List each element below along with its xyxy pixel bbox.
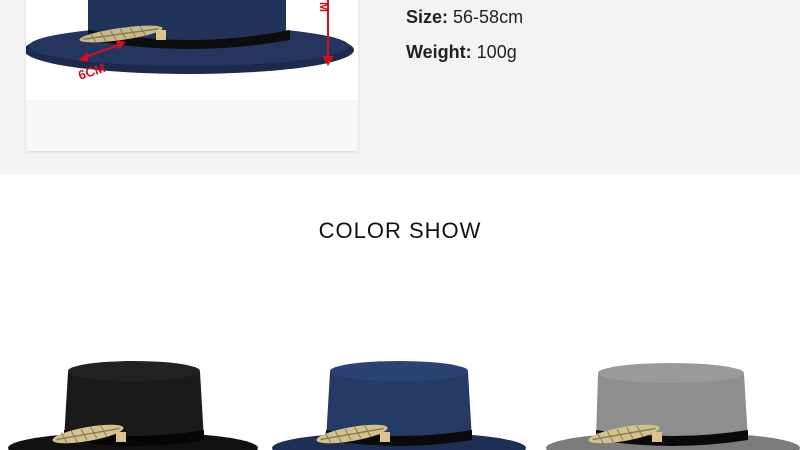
spec-size: Size: 56-58cm bbox=[406, 7, 523, 28]
product-dimension-photo: M 6CM bbox=[26, 0, 358, 151]
height-dimension-label: M bbox=[317, 2, 331, 12]
spec-weight-label: Weight: bbox=[406, 42, 472, 62]
hat-navy bbox=[272, 361, 526, 450]
color-show-title: COLOR SHOW bbox=[318, 218, 482, 243]
hat-dimension-illustration bbox=[26, 0, 358, 151]
buckle bbox=[156, 30, 166, 40]
spec-weight: Weight: 100g bbox=[406, 42, 517, 63]
hat-black bbox=[8, 361, 258, 450]
spec-size-value: 56-58cm bbox=[453, 7, 524, 27]
hat-gray bbox=[546, 363, 800, 450]
spec-weight-value: 100g bbox=[476, 42, 517, 62]
spec-size-label: Size: bbox=[406, 7, 449, 27]
